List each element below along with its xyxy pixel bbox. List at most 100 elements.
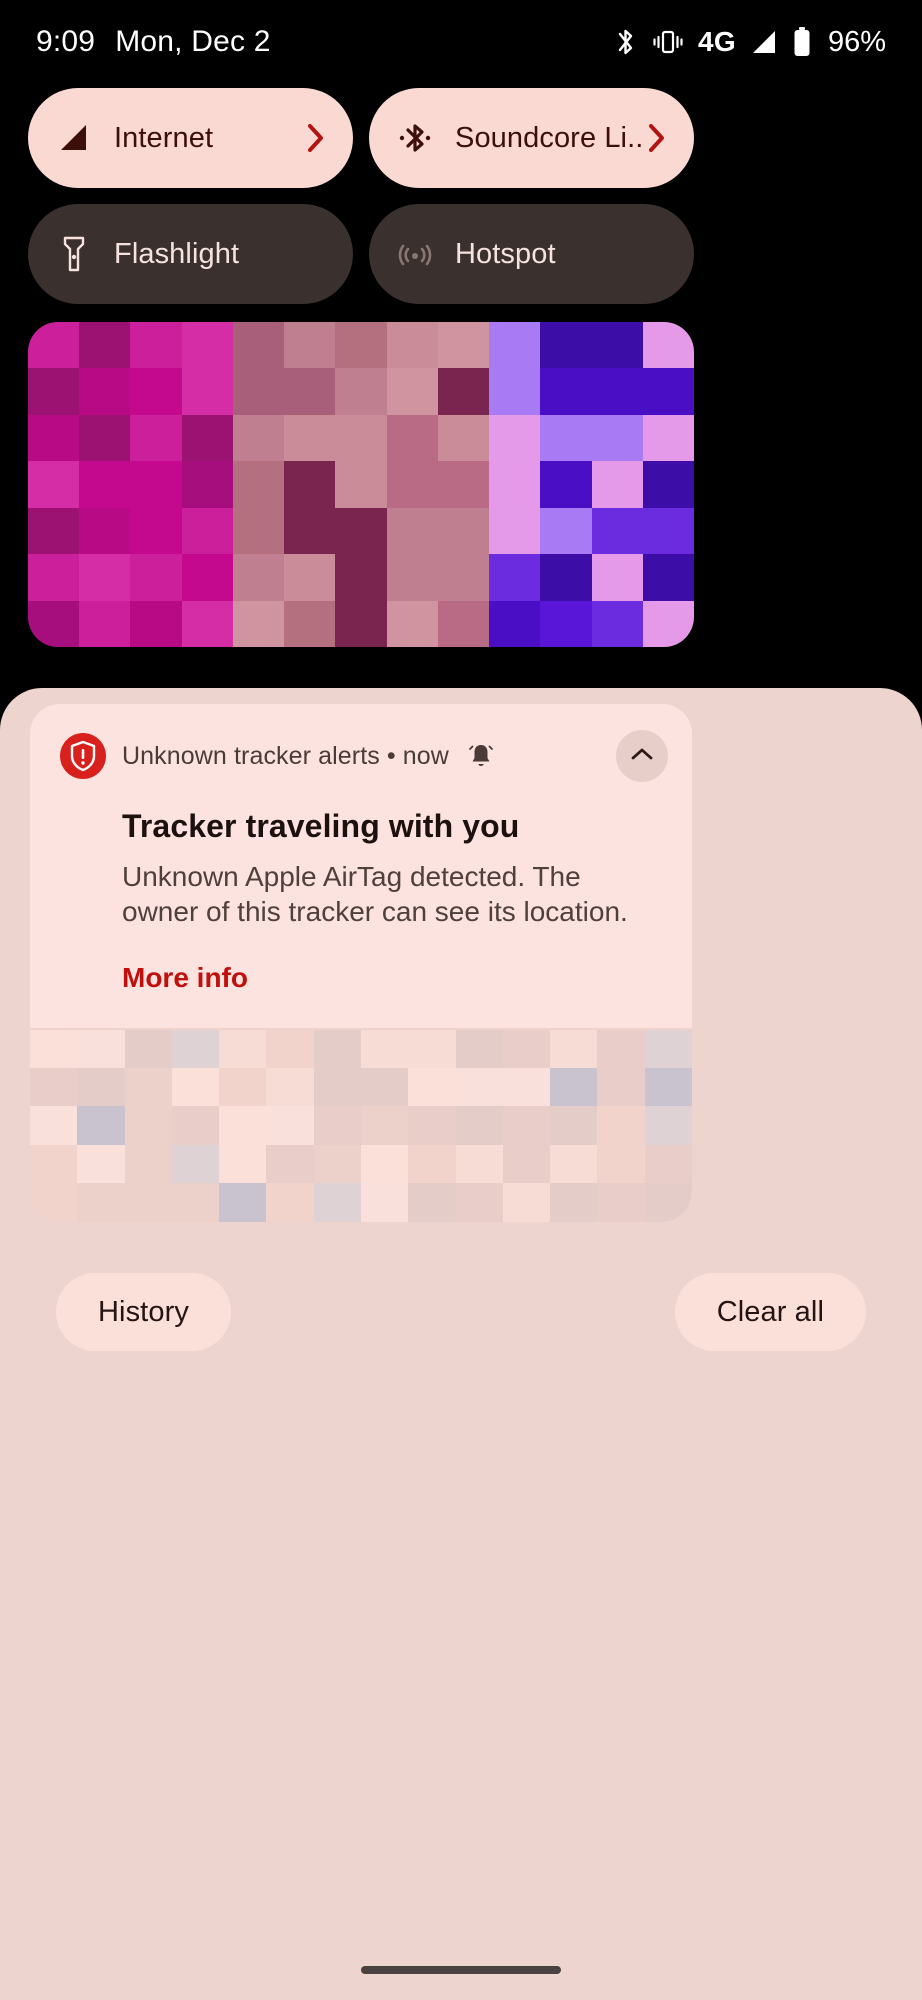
pixel-block <box>171 1144 220 1184</box>
pixel-block <box>284 461 336 508</box>
pixel-block <box>437 368 490 415</box>
pixel-block <box>360 1144 409 1184</box>
pixel-block <box>644 1144 692 1184</box>
pixel-block <box>540 461 592 508</box>
qs-tile-label-hotspot: Hotspot <box>455 237 556 270</box>
pixel-block <box>30 1106 78 1145</box>
pixel-block <box>540 507 592 555</box>
pixel-block <box>219 1144 267 1184</box>
notification-title: Tracker traveling with you <box>122 808 520 844</box>
pixel-block <box>181 322 233 369</box>
pixel-block <box>502 1029 551 1068</box>
pixel-block <box>313 1029 361 1068</box>
pixel-block <box>386 507 438 555</box>
pixel-block <box>171 1067 220 1107</box>
network-type-label: 4G <box>698 26 736 57</box>
pixel-block <box>386 368 438 415</box>
status-bar-right: 4G 96% <box>614 26 886 59</box>
pixel-block <box>124 1029 172 1068</box>
pixel-block <box>284 507 336 555</box>
signal-cellular-icon <box>54 118 94 158</box>
pixel-block <box>360 1183 409 1222</box>
pixel-block <box>28 600 80 647</box>
pixel-block <box>642 554 694 601</box>
pixel-block <box>313 1106 361 1145</box>
notification-tracker-alert[interactable]: Unknown tracker alerts • now Tracker tra… <box>30 704 692 1028</box>
status-date: Mon, Dec 2 <box>115 25 271 58</box>
bluetooth-icon <box>614 27 638 57</box>
pixel-block <box>642 368 694 415</box>
pixel-block <box>124 1106 172 1145</box>
pixel-block <box>219 1067 267 1107</box>
notification-meta: Unknown tracker alerts • now <box>122 741 449 770</box>
pixel-block <box>360 1067 409 1107</box>
pixel-block <box>642 461 694 508</box>
notification-secondary-obscured[interactable] <box>30 1029 692 1222</box>
pixel-block <box>28 554 80 601</box>
notification-collapse-button[interactable] <box>616 730 668 782</box>
pixel-block <box>502 1067 551 1107</box>
pixel-block <box>597 1029 645 1068</box>
pixel-block <box>79 322 131 369</box>
pixel-block <box>591 507 643 555</box>
pixel-block <box>360 1029 409 1068</box>
pixel-block <box>181 600 233 647</box>
pixel-block <box>437 507 490 555</box>
pixel-block <box>79 461 131 508</box>
pixel-block <box>266 1067 314 1107</box>
pixel-block <box>550 1183 598 1222</box>
notification-more-info-button[interactable]: More info <box>122 962 248 994</box>
shade-footer: History Clear all <box>0 1260 922 1364</box>
qs-tile-bluetooth[interactable]: Soundcore Li.. <box>369 88 694 188</box>
pixel-block <box>30 1029 78 1068</box>
pixel-block <box>386 600 438 647</box>
pixel-block <box>408 1144 456 1184</box>
pixel-block <box>550 1029 598 1068</box>
pixel-block <box>124 1144 172 1184</box>
pixel-block <box>386 322 438 369</box>
pixelated-media-artwork <box>28 322 694 647</box>
pixel-block <box>335 600 387 647</box>
pixel-block <box>266 1144 314 1184</box>
pixel-block <box>642 507 694 555</box>
home-indicator[interactable] <box>361 1966 561 1974</box>
qs-tile-hotspot[interactable]: Hotspot <box>369 204 694 304</box>
pixel-block <box>540 414 592 462</box>
pixel-block <box>335 461 387 508</box>
qs-tile-flashlight[interactable]: Flashlight <box>28 204 353 304</box>
pixel-block <box>489 414 541 462</box>
pixel-block <box>219 1106 267 1145</box>
qs-tile-label-bluetooth: Soundcore Li.. <box>455 121 644 154</box>
media-player-card[interactable] <box>28 322 694 647</box>
pixel-block <box>232 414 285 462</box>
pixel-block <box>284 554 336 601</box>
flashlight-icon <box>54 234 94 274</box>
pixel-block <box>489 554 541 601</box>
pixel-block <box>77 1029 125 1068</box>
chevron-right-icon[interactable] <box>305 122 327 154</box>
pixel-block <box>455 1106 503 1145</box>
pixel-block <box>455 1067 503 1107</box>
pixel-block <box>455 1029 503 1068</box>
pixel-block <box>171 1029 220 1068</box>
pixel-block <box>360 1106 409 1145</box>
battery-percent-label: 96% <box>827 25 886 58</box>
chevron-right-icon[interactable] <box>646 122 668 154</box>
clear-all-button[interactable]: Clear all <box>674 1273 866 1351</box>
pixel-block <box>502 1144 551 1184</box>
pixel-block <box>642 414 694 462</box>
pixel-block <box>408 1106 456 1145</box>
history-button[interactable]: History <box>56 1273 231 1351</box>
pixel-block <box>79 600 131 647</box>
qs-tile-internet[interactable]: Internet <box>28 88 353 188</box>
pixel-block <box>455 1144 503 1184</box>
status-bar-left: 9:09 Mon, Dec 2 <box>36 25 271 59</box>
pixel-block <box>232 368 285 415</box>
pixel-block <box>642 322 694 369</box>
pixel-block <box>79 368 131 415</box>
pixel-block <box>386 461 438 508</box>
pixel-block <box>284 322 336 369</box>
pixel-block <box>130 600 182 647</box>
pixel-block <box>284 600 336 647</box>
pixel-block <box>130 368 182 415</box>
